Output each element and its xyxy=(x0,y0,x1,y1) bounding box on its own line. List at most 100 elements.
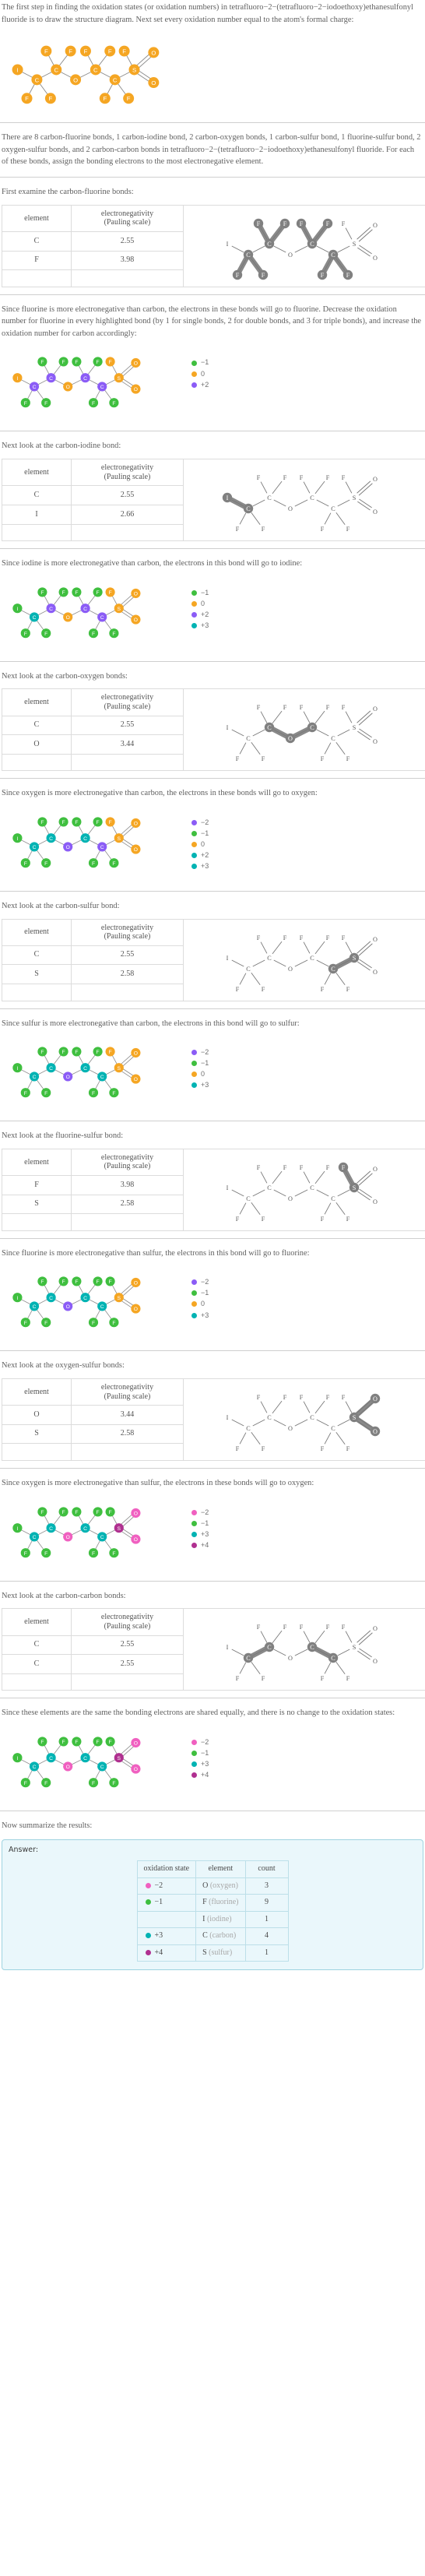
svg-text:F: F xyxy=(236,1445,240,1452)
svg-text:O: O xyxy=(288,1195,293,1202)
legend-item: +3 xyxy=(191,621,209,631)
legend-label: −2 xyxy=(201,1278,209,1286)
svg-text:F: F xyxy=(300,704,304,711)
legend-label: −2 xyxy=(201,1737,209,1746)
cell-electronegativity: 3.44 xyxy=(71,734,184,755)
summary-lead: Now summarize the results: xyxy=(2,1821,93,1830)
svg-text:F: F xyxy=(103,95,107,102)
svg-text:C: C xyxy=(331,1655,335,1662)
legend-label: +3 xyxy=(201,1081,209,1089)
header-element: element xyxy=(2,1148,72,1177)
svg-text:O: O xyxy=(288,505,293,512)
results-element: O (oxygen) xyxy=(195,1877,246,1895)
spacer-cell xyxy=(71,523,184,542)
svg-text:F: F xyxy=(326,934,330,941)
svg-text:F: F xyxy=(257,934,261,941)
structure-diagram-cell: I C F F C F F O C F F C F F S F O O xyxy=(183,1148,425,1231)
svg-text:F: F xyxy=(24,1550,27,1556)
svg-text:F: F xyxy=(112,631,115,636)
divider xyxy=(0,1350,425,1352)
cell-element: C xyxy=(2,945,72,966)
svg-text:O: O xyxy=(373,255,378,262)
svg-text:C: C xyxy=(267,1184,272,1191)
legend-item: 0 xyxy=(191,369,209,379)
svg-text:O: O xyxy=(134,1767,138,1772)
legend-label: +4 xyxy=(201,1770,209,1779)
legend-item: −1 xyxy=(191,1748,209,1758)
legend-color-dot xyxy=(191,1772,197,1778)
section-lead: Next look at the fluorine-sulfur bond: xyxy=(2,1131,124,1141)
svg-text:C: C xyxy=(267,724,272,731)
svg-text:F: F xyxy=(24,861,27,867)
legend-color-dot xyxy=(191,382,197,388)
svg-text:O: O xyxy=(288,1655,293,1662)
legend-label: 0 xyxy=(201,840,205,849)
svg-text:F: F xyxy=(122,48,126,55)
svg-text:O: O xyxy=(134,591,138,596)
section-fs: Next look at the fluorine-sulfur bond: el… xyxy=(0,1121,425,1343)
svg-text:C: C xyxy=(83,606,87,611)
svg-text:O: O xyxy=(73,77,78,84)
svg-text:O: O xyxy=(66,1765,70,1770)
cell-element: C xyxy=(2,231,72,252)
svg-text:F: F xyxy=(109,1510,112,1515)
electronegativity-table: element electronegativity (Pauling scale) I… xyxy=(2,918,425,1001)
legend-label: 0 xyxy=(201,1070,205,1079)
results-element: S (sulfur) xyxy=(195,1944,246,1962)
element-name: (fluorine) xyxy=(206,1898,239,1907)
svg-text:F: F xyxy=(84,48,88,55)
legend-color-dot xyxy=(191,600,197,607)
legend-color-dot xyxy=(191,1542,197,1548)
svg-text:I: I xyxy=(227,724,229,731)
svg-text:C: C xyxy=(33,1304,37,1310)
svg-text:C: C xyxy=(246,1655,251,1662)
svg-text:F: F xyxy=(25,95,29,102)
results-header-cell: count xyxy=(244,1860,289,1878)
section-lead: Next look at the carbon-iodine bond: xyxy=(2,442,121,451)
section-os: Next look at the oxygen-sulfur bonds: ele… xyxy=(0,1350,425,1573)
results-row: +4 S (sulfur) 1 xyxy=(136,1944,289,1962)
svg-text:F: F xyxy=(321,755,325,762)
svg-text:F: F xyxy=(346,526,350,533)
svg-text:F: F xyxy=(40,590,44,596)
header-electronegativity: electronegativity (Pauling scale) xyxy=(71,459,184,487)
svg-text:C: C xyxy=(310,724,314,731)
divider xyxy=(0,1580,425,1582)
svg-text:C: C xyxy=(310,1414,314,1421)
svg-text:C: C xyxy=(267,494,272,501)
svg-text:C: C xyxy=(100,845,104,850)
svg-text:F: F xyxy=(24,1321,27,1326)
legend-label: −1 xyxy=(201,1059,209,1068)
oxidation-state-value: +4 xyxy=(154,1948,163,1957)
svg-text:O: O xyxy=(134,1307,138,1313)
cell-electronegativity: 2.55 xyxy=(71,485,184,505)
svg-text:F: F xyxy=(40,1740,44,1745)
svg-text:O: O xyxy=(373,1395,378,1402)
legend-item: −2 xyxy=(191,1047,209,1057)
molecule-svg-initial: I C F F C F F O C F F C F F S F O O xyxy=(12,45,160,104)
svg-text:F: F xyxy=(40,360,44,365)
svg-text:S: S xyxy=(353,1184,357,1191)
svg-text:O: O xyxy=(288,735,293,742)
spacer-cell xyxy=(2,984,72,1001)
svg-text:S: S xyxy=(353,241,357,248)
svg-text:O: O xyxy=(134,618,138,623)
intro-paragraph-1: The first step in finding the oxidation … xyxy=(2,3,413,24)
section-lead: Next look at the carbon-carbon bonds: xyxy=(2,1591,126,1600)
svg-text:F: F xyxy=(346,986,350,993)
svg-text:F: F xyxy=(326,1394,330,1401)
svg-text:S: S xyxy=(118,1526,121,1531)
legend-color-dot xyxy=(191,842,197,848)
svg-text:O: O xyxy=(66,1535,70,1540)
cell-element: C xyxy=(2,1654,72,1674)
svg-text:C: C xyxy=(246,735,251,742)
legend-label: +2 xyxy=(201,851,209,860)
svg-text:C: C xyxy=(113,77,118,84)
svg-text:F: F xyxy=(326,704,330,711)
svg-text:F: F xyxy=(262,272,265,279)
legend-color-dot xyxy=(191,1072,197,1078)
svg-text:O: O xyxy=(151,79,156,86)
header-electronegativity: electronegativity (Pauling scale) xyxy=(71,1608,184,1636)
legend-label: −1 xyxy=(201,1519,209,1527)
header-element: element xyxy=(2,204,72,232)
